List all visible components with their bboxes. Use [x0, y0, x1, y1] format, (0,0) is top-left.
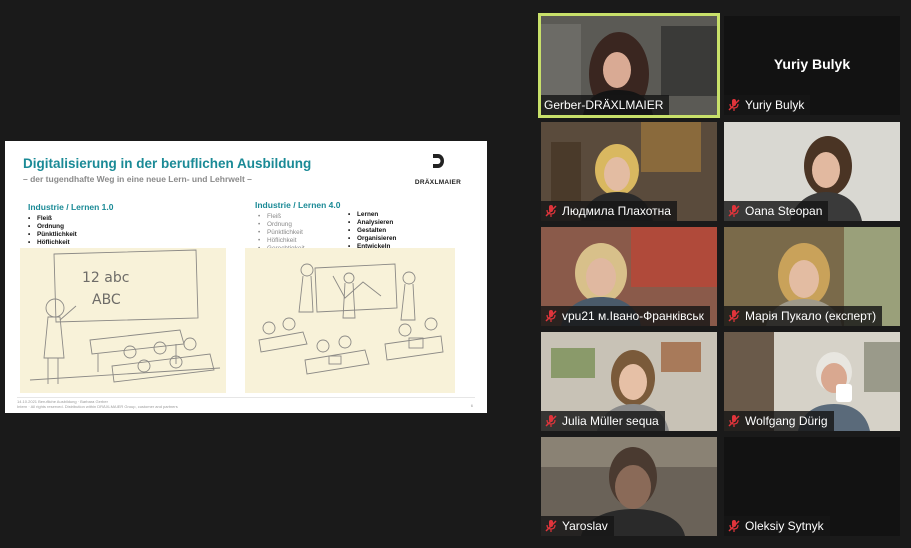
- participant-name: Wolfgang Dürig: [745, 414, 828, 428]
- participant-name-placeholder: Yuriy Bulyk: [773, 56, 851, 72]
- value-item: Ordnung: [28, 223, 77, 231]
- participant-namebar: Марія Пукало (експерт): [724, 306, 883, 326]
- participant-namebar: Gerber-DRÄXLMAIER: [541, 95, 670, 115]
- slide-footer: 14.10.2021 Berufliche Ausbildung · Barba…: [17, 399, 178, 409]
- slide-page-number: 6: [470, 403, 473, 408]
- participant-tile-oleksiy[interactable]: Oleksiy Sytnyk: [724, 437, 900, 536]
- values-list-1: FleißOrdnungPünktlichkeitHöflichkeit: [28, 215, 77, 247]
- column-heading-industrie-4: Industrie / Lernen 4.0: [255, 200, 341, 210]
- participant-name: vpu21 м.Івано-Франківськ: [562, 309, 704, 323]
- participant-name: Yuriy Bulyk: [745, 98, 805, 112]
- participant-namebar: Wolfgang Dürig: [724, 411, 834, 431]
- value-item-old: Ordnung: [258, 221, 326, 229]
- value-item-old: Fleiß: [258, 213, 326, 221]
- mic-off-icon: [545, 415, 557, 427]
- mic-off-icon: [728, 415, 740, 427]
- slide-footer-divider: [17, 397, 475, 398]
- value-item-old: Höflichkeit: [258, 237, 326, 245]
- participant-tile-julia[interactable]: Julia Müller sequa: [541, 332, 717, 431]
- value-item: Höflichkeit: [28, 239, 77, 247]
- participant-name: Oana Steopan: [745, 204, 823, 218]
- draexlmaier-logo: DRÄXLMAIER: [405, 153, 471, 189]
- participant-tile-yuriy-bulyk[interactable]: Yuriy Bulyk Yuriy Bulyk: [724, 16, 900, 115]
- participant-namebar: Людмила Плахотна: [541, 201, 677, 221]
- participant-tile-mariya[interactable]: Марія Пукало (експерт): [724, 227, 900, 326]
- classroom-drawing: 12 abc ABC: [29, 249, 221, 384]
- participant-namebar: Julia Müller sequa: [541, 411, 665, 431]
- slide-subtitle: – der tugendhafte Weg in eine neue Lern-…: [23, 174, 252, 184]
- column-heading-industrie-1: Industrie / Lernen 1.0: [28, 202, 114, 212]
- participant-tile-yaroslav[interactable]: Yaroslav: [541, 437, 717, 536]
- slide-title: Digitalisierung in der beruflichen Ausbi…: [23, 156, 312, 171]
- value-item-new: Organisieren: [348, 235, 396, 243]
- shared-screen-slide: Digitalisierung in der beruflichen Ausbi…: [5, 141, 487, 413]
- modern-learning-sketch: [245, 248, 455, 393]
- participant-name: Людмила Плахотна: [562, 204, 671, 218]
- mic-off-icon: [728, 520, 740, 532]
- mic-off-icon: [545, 310, 557, 322]
- slide-footer-line-2: Intern · All rights reserved. Distributi…: [17, 404, 178, 409]
- participant-tile-gerber[interactable]: Gerber-DRÄXLMAIER: [541, 16, 717, 115]
- participant-name: Yaroslav: [562, 519, 608, 533]
- logo-text: DRÄXLMAIER: [414, 179, 462, 186]
- participant-tile-lyudmila[interactable]: Людмила Плахотна: [541, 122, 717, 221]
- classroom-sketch: 12 abc ABC: [20, 248, 226, 393]
- participant-name: Марія Пукало (експерт): [745, 309, 877, 323]
- participant-tile-oana[interactable]: Oana Steopan: [724, 122, 900, 221]
- participant-namebar: Oleksiy Sytnyk: [724, 516, 830, 536]
- participant-name: Oleksiy Sytnyk: [745, 519, 824, 533]
- board-text-1: 12 abc: [82, 270, 129, 286]
- participant-namebar: Yaroslav: [541, 516, 614, 536]
- participant-namebar: vpu21 м.Івано-Франківськ: [541, 306, 710, 326]
- participant-name: Gerber-DRÄXLMAIER: [544, 98, 664, 112]
- participant-namebar: Yuriy Bulyk: [724, 95, 811, 115]
- board-text-2: ABC: [92, 292, 121, 308]
- draexlmaier-logo-mark: [433, 154, 444, 168]
- value-item-new: Gestalten: [348, 227, 396, 235]
- participant-tile-wolfgang[interactable]: Wolfgang Dürig: [724, 332, 900, 431]
- value-item: Fleiß: [28, 215, 77, 223]
- participant-namebar: Oana Steopan: [724, 201, 829, 221]
- mic-off-icon: [728, 205, 740, 217]
- mic-off-icon: [545, 205, 557, 217]
- value-item-new: Lernen: [348, 211, 396, 219]
- participant-name: Julia Müller sequa: [562, 414, 659, 428]
- modern-learning-drawing: [258, 263, 444, 375]
- value-item: Pünktlichkeit: [28, 231, 77, 239]
- mic-off-icon: [728, 310, 740, 322]
- participant-tile-vpu21[interactable]: vpu21 м.Івано-Франківськ: [541, 227, 717, 326]
- value-item-new: Analysieren: [348, 219, 396, 227]
- value-item-old: Pünktlichkeit: [258, 229, 326, 237]
- mic-off-icon: [728, 99, 740, 111]
- mic-off-icon: [545, 520, 557, 532]
